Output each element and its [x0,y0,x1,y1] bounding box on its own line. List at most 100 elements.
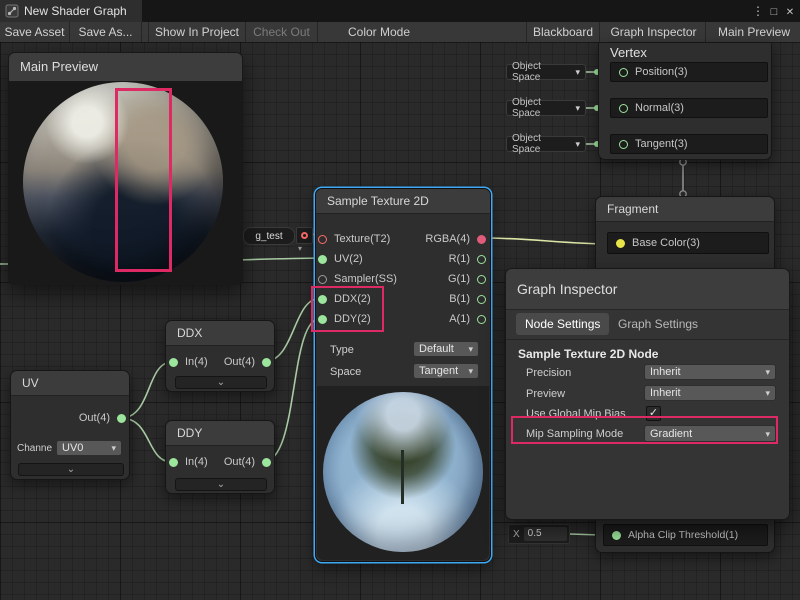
preview-value: Inherit [650,387,681,399]
input-ddy[interactable]: DDY(2) [318,313,371,325]
output-r[interactable]: R(1) [433,253,486,265]
input-sampler[interactable]: Sampler(SS) [318,273,397,285]
precision-dropdown[interactable]: Inherit [644,364,776,380]
output-rgba[interactable]: RGBA(4) [410,233,486,245]
r-label: R(1) [449,253,470,265]
sampler-label: Sampler(SS) [334,273,397,285]
uv-node-title: UV [11,371,129,396]
show-in-project-button[interactable]: Show In Project [148,22,246,42]
texture-property-port[interactable] [301,232,308,239]
space-value: Tangent [419,365,458,377]
x-value-input[interactable]: 0.5 [524,527,567,541]
alpha-clip-port[interactable] [612,531,621,540]
save-as-button[interactable]: Save As... [70,22,142,42]
tab-graph-settings[interactable]: Graph Settings [609,313,707,335]
input-ddx[interactable]: DDX(2) [318,293,371,305]
save-asset-button[interactable]: Save Asset [0,22,70,42]
mip-bias-checkbox[interactable] [646,406,661,421]
uv-out[interactable]: Out(4) [68,412,126,424]
ddx-collapse-chevron[interactable] [175,376,267,389]
rgba-port[interactable] [477,235,486,244]
normal-space-dropdown[interactable]: Object Space [506,100,586,116]
ddx-in[interactable]: In(4) [169,356,208,368]
graph-inspector-panel: Graph Inspector Node Settings Graph Sett… [505,268,790,520]
ddy-out[interactable]: Out(4) [219,456,271,468]
output-b[interactable]: B(1) [433,293,486,305]
output-a[interactable]: A(1) [433,313,486,325]
preview-dropdown[interactable]: Inherit [644,385,776,401]
maximize-icon[interactable] [766,4,782,18]
precision-value: Inherit [650,366,681,378]
vertex-block-position[interactable]: Position(3) [610,62,768,82]
ddx-out[interactable]: Out(4) [219,356,271,368]
close-icon[interactable] [782,4,798,18]
graph-inspector-button[interactable]: Graph Inspector [602,22,706,42]
uv-out-label: Out(4) [79,412,110,424]
ddy-in-port[interactable] [169,458,178,467]
main-preview-body [9,81,242,285]
tangent-port[interactable] [619,140,628,149]
output-g[interactable]: G(1) [433,273,486,285]
main-preview-button[interactable]: Main Preview [708,22,800,42]
vertex-block-normal[interactable]: Normal(3) [610,98,768,118]
chevron-down-icon [761,428,770,440]
main-preview-sphere [23,82,223,282]
type-label: Type [330,344,354,356]
sampler-port[interactable] [318,275,327,284]
chevron-down-icon [761,387,770,399]
tangent-label: Tangent(3) [635,138,688,150]
sample-node-title: Sample Texture 2D [316,189,490,214]
ddx-out-port[interactable] [262,358,271,367]
ddy-out-label: Out(4) [224,456,255,468]
alpha-clip-x-field[interactable]: X 0.5 [508,524,570,544]
main-preview-title[interactable]: Main Preview [9,53,242,82]
input-uv[interactable]: UV(2) [318,253,363,265]
ddx-in-port[interactable] [169,358,178,367]
position-space-dropdown[interactable]: Object Space [506,64,586,80]
kebab-menu-icon[interactable] [750,4,766,18]
graph-inspector-title[interactable]: Graph Inspector [506,269,789,310]
ddy-collapse-chevron[interactable] [175,478,267,491]
r-port[interactable] [477,255,486,264]
chevron-down-icon[interactable]: ▾ [298,244,302,253]
main-preview-panel: Main Preview [8,52,243,285]
uv-collapse-chevron[interactable] [18,463,124,476]
tangent-space-dropdown[interactable]: Object Space [506,136,586,152]
chevron-down-icon [464,343,473,355]
normal-port[interactable] [619,104,628,113]
base-color-port[interactable] [616,239,625,248]
position-port[interactable] [619,68,628,77]
vertex-block-tangent[interactable]: Tangent(3) [610,134,768,154]
window-title: New Shader Graph [24,4,127,18]
chevron-down-icon [571,67,580,78]
type-dropdown[interactable]: Default [413,341,479,357]
window-tab[interactable]: New Shader Graph [0,0,142,22]
space-dropdown[interactable]: Tangent [413,363,479,379]
blackboard-button[interactable]: Blackboard [526,22,600,42]
ddy-in[interactable]: In(4) [169,456,208,468]
uv-channel-dropdown[interactable]: UV0 [56,440,122,456]
alpha-clip-label: Alpha Clip Threshold(1) [628,529,738,541]
uv-port[interactable] [318,255,327,264]
fragment-block-alphaclip[interactable]: Alpha Clip Threshold(1) [603,524,768,546]
a-port[interactable] [477,315,486,324]
sample-preview-sphere [323,392,483,552]
property-node[interactable]: g_test [243,227,295,245]
uv-out-port[interactable] [117,414,126,423]
input-texture[interactable]: Texture(T2) [318,233,390,245]
property-port-box[interactable] [296,227,313,244]
tab-node-settings[interactable]: Node Settings [516,313,609,335]
preview-label: Preview [526,388,565,400]
check-out-button: Check Out [246,22,318,42]
ddx-port[interactable] [318,295,327,304]
inspector-tab-bar: Node Settings Graph Settings [506,309,789,340]
fragment-block-basecolor[interactable]: Base Color(3) [607,232,769,254]
g-port[interactable] [477,275,486,284]
precision-label: Precision [526,367,571,379]
mip-bias-label: Use Global Mip Bias [526,408,626,420]
texture-port[interactable] [318,235,327,244]
mip-mode-dropdown[interactable]: Gradient [644,425,776,442]
b-port[interactable] [477,295,486,304]
ddy-out-port[interactable] [262,458,271,467]
ddy-port[interactable] [318,315,327,324]
